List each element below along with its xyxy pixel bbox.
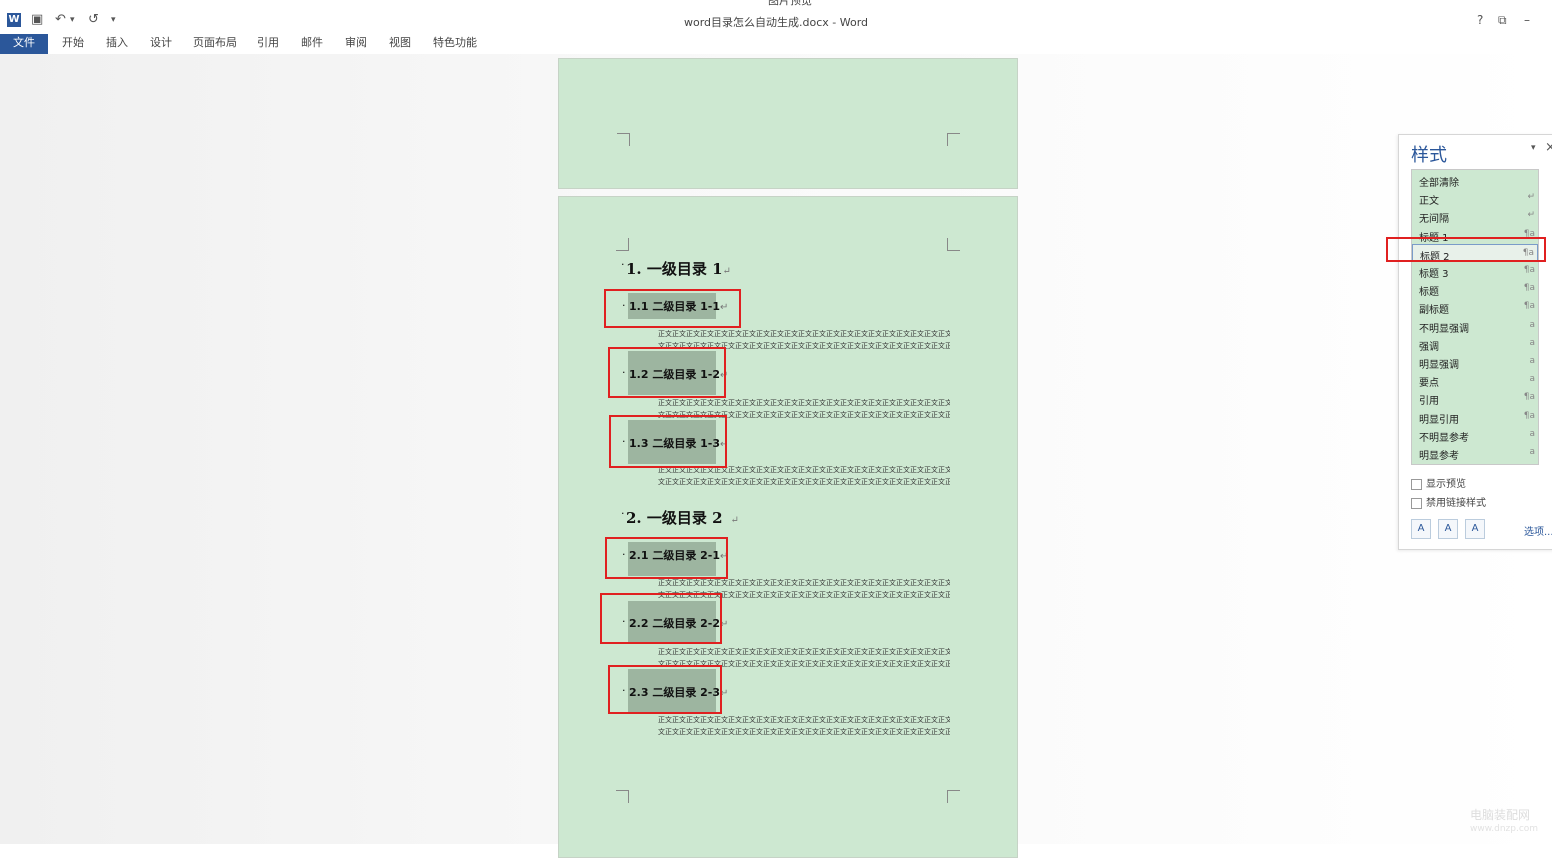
styles-pane-title: 样式 (1411, 145, 1447, 166)
watermark: 电脑装配网 (1470, 808, 1531, 822)
title-bar: W ▣ ↶ ▾ ↺ ▾ 图片预览 word目录怎么自动生成.docx - Wor… (0, 0, 1552, 34)
style-item-label: 标题 (1419, 287, 1439, 299)
style-type-icon: a (1529, 428, 1535, 439)
style-item-label: 要点 (1419, 378, 1439, 390)
style-type-icon: a (1529, 374, 1535, 385)
highlight-box (609, 415, 727, 468)
style-type-icon: a (1529, 356, 1535, 366)
style-inspector-icon[interactable]: A (1438, 519, 1458, 539)
style-item[interactable]: 标题 ¶a (1412, 280, 1538, 298)
style-item-label: 明显强调 (1419, 360, 1459, 371)
style-item-label: 明显参考 (1419, 451, 1459, 462)
style-item-label: 强调 (1419, 341, 1439, 353)
style-item[interactable]: 明显引用 ¶a (1412, 408, 1538, 426)
ribbon-tabs: 文件 开始 插入 设计 页面布局 引用 邮件 审阅 视图 特色功能 (0, 34, 1552, 54)
tab-review[interactable]: 审阅 (339, 34, 373, 54)
style-type-icon: a (1529, 337, 1535, 348)
options-link[interactable]: 选项... (1524, 523, 1552, 538)
highlight-box (604, 289, 741, 328)
style-item[interactable]: 引用 ¶a (1412, 389, 1538, 407)
style-item[interactable]: 明显参考 a (1412, 444, 1538, 462)
style-item-label: 标题 3 (1419, 269, 1449, 280)
styles-pane: 样式 ▾ × 全部清除 正文 ↵ 无间隔 ↵ 标题 1 ¶a 标题 2 ¶a 标题 3 ¶a 标题 ¶a… (1398, 134, 1552, 550)
style-item[interactable]: 不明显强调 a (1412, 317, 1538, 335)
pane-options-dropdown-icon[interactable]: ▾ (1531, 143, 1536, 153)
show-preview-option[interactable]: 显示预览 (1411, 475, 1466, 490)
style-item[interactable]: 正文 ↵ (1412, 189, 1538, 207)
disable-linked-styles-checkbox[interactable] (1411, 497, 1422, 509)
close-icon[interactable]: × (1545, 140, 1552, 155)
heading1[interactable]: 2. 一级目录 2 ↵ (626, 507, 739, 528)
tab-mailings[interactable]: 邮件 (295, 34, 329, 54)
highlight-box (608, 665, 722, 714)
new-style-icon[interactable]: A (1411, 519, 1431, 539)
document-title: word目录怎么自动生成.docx - Word (683, 16, 869, 29)
style-item[interactable]: 明显强调 a (1412, 353, 1538, 371)
tab-references[interactable]: 引用 (251, 34, 285, 54)
minimize-icon[interactable]: – (1524, 13, 1530, 27)
manage-styles-icon[interactable]: A (1465, 519, 1485, 539)
style-item[interactable]: 要点 a (1412, 371, 1538, 389)
style-item-label: 无间隔 (1419, 214, 1449, 226)
body-paragraph[interactable]: 正文正文正文正文正文正文正文正文正文正文正文正文正文正文正文正文正文正文正文正文… (658, 714, 950, 738)
margin-corner-mark (947, 238, 960, 251)
watermark-url: www.dnzp.com (1470, 824, 1539, 834)
style-item[interactable]: 全部清除 (1412, 171, 1538, 189)
tab-file[interactable]: 文件 (0, 34, 48, 54)
tab-layout[interactable]: 页面布局 (187, 34, 243, 54)
style-type-icon: ¶a (1523, 265, 1535, 275)
style-item[interactable]: 强调 a (1412, 335, 1538, 353)
style-item[interactable]: 标题 3 ¶a (1412, 262, 1538, 280)
margin-corner-mark (947, 133, 960, 146)
style-type-icon: ¶a (1523, 410, 1535, 421)
ribbon-display-icon[interactable]: ⧉ (1498, 13, 1507, 28)
style-item-label: 明显引用 (1419, 414, 1459, 426)
style-item[interactable]: 无间隔 ↵ (1412, 207, 1538, 225)
style-type-icon: a (1529, 447, 1535, 457)
style-type-icon: ↵ (1527, 192, 1535, 203)
help-icon[interactable]: ? (1477, 13, 1483, 27)
style-item-label: 全部清除 (1419, 178, 1459, 189)
disable-linked-styles-option[interactable]: 禁用链接样式 (1411, 494, 1486, 509)
margin-corner-mark (616, 790, 629, 803)
margin-corner-mark (616, 238, 629, 251)
style-type-icon: ¶a (1523, 283, 1535, 294)
style-item[interactable]: 副标题 ¶a (1412, 298, 1538, 316)
tab-special-features[interactable]: 特色功能 (427, 34, 483, 54)
style-type-icon: ¶a (1523, 392, 1535, 403)
margin-corner-mark (617, 133, 630, 146)
highlight-box (605, 537, 728, 579)
tab-design[interactable]: 设计 (144, 34, 178, 54)
window-caption: 图片预览 (768, 0, 812, 7)
tab-view[interactable]: 视图 (383, 34, 417, 54)
show-preview-checkbox[interactable] (1411, 478, 1422, 490)
style-item-label: 引用 (1419, 396, 1439, 408)
margin-corner-mark (947, 790, 960, 803)
style-type-icon: ↵ (1527, 210, 1535, 221)
tab-home[interactable]: 开始 (56, 34, 90, 54)
list-bullet: · (621, 258, 625, 271)
document-page[interactable] (558, 58, 1018, 189)
style-item-label: 正文 (1419, 196, 1439, 208)
style-item-label: 副标题 (1419, 305, 1449, 317)
heading1[interactable]: 1. 一级目录 1↵ (626, 258, 731, 279)
style-item-label: 不明显参考 (1419, 432, 1469, 444)
tab-insert[interactable]: 插入 (100, 34, 134, 54)
style-item[interactable]: 不明显参考 a (1412, 426, 1538, 444)
highlight-box (1386, 237, 1546, 262)
highlight-box (608, 347, 726, 398)
list-bullet: · (621, 507, 625, 520)
highlight-box (600, 593, 722, 644)
style-list: 全部清除 正文 ↵ 无间隔 ↵ 标题 1 ¶a 标题 2 ¶a 标题 3 ¶a 标题 ¶a 副标题 ¶a 不明… (1411, 169, 1539, 465)
style-item-label: 不明显强调 (1419, 323, 1469, 335)
style-type-icon: ¶a (1523, 301, 1535, 312)
style-type-icon: a (1529, 319, 1535, 330)
